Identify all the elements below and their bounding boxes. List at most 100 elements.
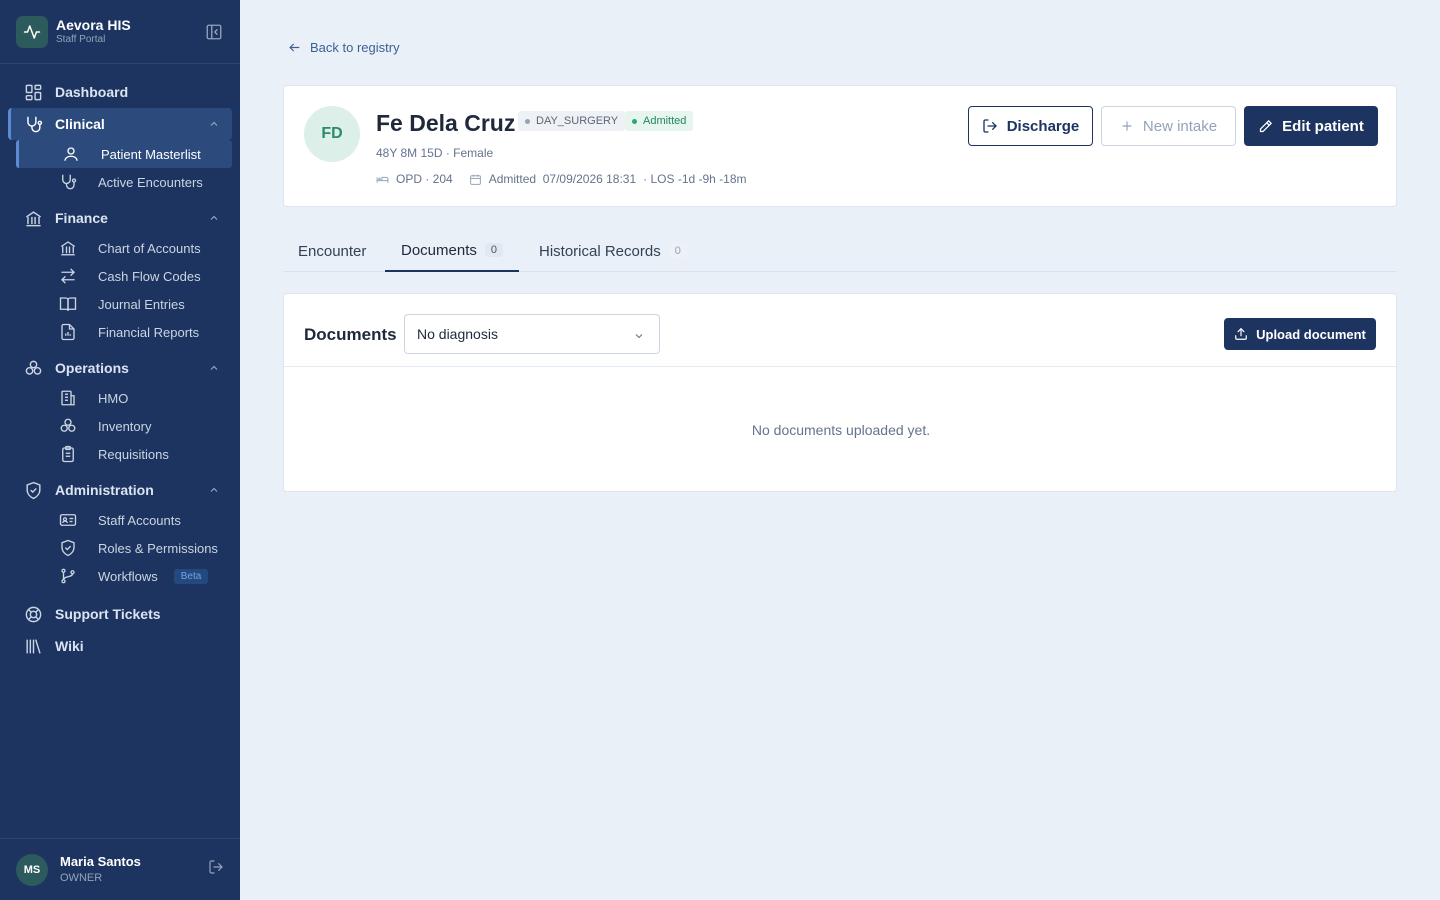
nav-patient-masterlist-label: Patient Masterlist <box>101 146 201 162</box>
chevron-up-icon <box>208 361 220 377</box>
diagnosis-filter-select[interactable]: No diagnosis <box>404 314 660 354</box>
clipboard-list-icon <box>58 444 78 464</box>
documents-panel: Documents No diagnosis Upload document N… <box>283 293 1397 492</box>
avatar: MS <box>16 853 48 886</box>
nav-dashboard[interactable]: Dashboard <box>8 76 232 108</box>
pulse-icon <box>16 15 48 48</box>
chevron-up-icon <box>208 483 220 499</box>
git-branch-icon <box>58 566 78 586</box>
nav-operations[interactable]: Operations <box>8 352 232 384</box>
bank-icon <box>58 238 78 258</box>
patient-header-card: FD Fe Dela Cruz DAY_SURGERY Admitted 48Y… <box>283 85 1397 207</box>
nav-wiki[interactable]: Wiki <box>8 630 232 662</box>
nav-financial-reports[interactable]: Financial Reports <box>16 318 232 346</box>
tab-encounter[interactable]: Encounter <box>298 230 366 272</box>
beta-badge: Beta <box>173 568 209 584</box>
stethoscope-icon <box>58 172 78 192</box>
user-role: OWNER <box>60 871 103 884</box>
discharge-label: Discharge <box>1006 117 1080 135</box>
edit-patient-label: Edit patient <box>1282 117 1364 135</box>
patient-demographics: 48Y 8M 15D · Female <box>376 146 494 160</box>
discharge-button[interactable]: Discharge <box>968 106 1093 146</box>
main-nav: Dashboard Clinical Patient Masterlist Ac… <box>8 76 232 662</box>
encounter-type-badge: DAY_SURGERY <box>518 111 626 131</box>
back-to-registry-link[interactable]: Back to registry <box>288 40 400 55</box>
nav-cash-flow-codes-label: Cash Flow Codes <box>98 268 201 284</box>
sidebar-collapse-icon[interactable] <box>204 22 224 42</box>
nav-hmo-label: HMO <box>98 390 129 406</box>
tab-documents[interactable]: Documents 0 <box>385 230 519 272</box>
nav-journal-entries-label: Journal Entries <box>98 296 185 312</box>
tab-historical-records-count: 0 <box>668 244 687 258</box>
app-name: Aevora HIS <box>56 17 131 33</box>
book-open-icon <box>58 294 78 314</box>
nav-support-tickets[interactable]: Support Tickets <box>8 598 232 630</box>
nav-staff-accounts[interactable]: Staff Accounts <box>16 506 232 534</box>
nav-administration[interactable]: Administration <box>8 474 232 506</box>
chevron-up-icon <box>208 117 220 133</box>
nav-clinical[interactable]: Clinical <box>8 108 232 140</box>
stethoscope-icon <box>22 113 44 135</box>
nav-dashboard-label: Dashboard <box>55 84 129 100</box>
shield-check-icon <box>22 479 44 501</box>
edit-patient-button[interactable]: Edit patient <box>1244 106 1378 146</box>
nav-chart-of-accounts-label: Chart of Accounts <box>98 240 201 256</box>
nav-finance-label: Finance <box>55 210 108 226</box>
id-card-icon <box>58 510 78 530</box>
nav-patient-masterlist[interactable]: Patient Masterlist <box>16 140 232 168</box>
nav-chart-of-accounts[interactable]: Chart of Accounts <box>16 234 232 262</box>
upload-document-button[interactable]: Upload document <box>1224 318 1376 350</box>
nav-inventory[interactable]: Inventory <box>16 412 232 440</box>
log-out-icon <box>983 119 997 133</box>
new-intake-button[interactable]: New intake <box>1101 106 1236 146</box>
chevron-down-icon <box>633 329 645 345</box>
patient-avatar: FD <box>304 106 360 162</box>
dot-icon <box>525 118 530 124</box>
admitted-datetime: Admitted 07/09/2026 18:31 <box>488 172 637 186</box>
nav-wiki-label: Wiki <box>55 638 84 654</box>
nav-active-encounters-label: Active Encounters <box>98 174 203 190</box>
nav-cash-flow-codes[interactable]: Cash Flow Codes <box>16 262 232 290</box>
building-icon <box>58 388 78 408</box>
brand: Aevora HIS Staff Portal <box>0 0 240 64</box>
chevron-up-icon <box>208 211 220 227</box>
file-chart-icon <box>58 322 78 342</box>
nav-hmo[interactable]: HMO <box>16 384 232 412</box>
boxes-icon <box>58 416 78 436</box>
boxes-icon <box>22 357 44 379</box>
nav-requisitions[interactable]: Requisitions <box>16 440 232 468</box>
status-label: Admitted <box>643 115 687 127</box>
nav-administration-label: Administration <box>55 482 154 498</box>
library-icon <box>22 635 44 657</box>
plus-icon <box>1122 121 1132 131</box>
empty-state-message: No documents uploaded yet. <box>751 422 931 438</box>
nav-financial-reports-label: Financial Reports <box>98 324 200 340</box>
arrow-left-icon <box>289 43 300 52</box>
patient-tabs: Encounter Documents 0 Historical Records… <box>283 230 1397 272</box>
nav-requisitions-label: Requisitions <box>98 446 169 462</box>
documents-title: Documents <box>304 325 397 344</box>
user-profile: MS Maria Santos OWNER <box>0 838 240 900</box>
nav-staff-accounts-label: Staff Accounts <box>98 512 181 528</box>
nav-workflows[interactable]: Workflows Beta <box>16 562 232 590</box>
nav-operations-label: Operations <box>55 360 129 376</box>
user-icon <box>61 144 81 164</box>
bank-icon <box>22 207 44 229</box>
logout-icon[interactable] <box>208 859 224 880</box>
lifebuoy-icon <box>22 603 44 625</box>
dot-icon <box>632 118 637 124</box>
nav-journal-entries[interactable]: Journal Entries <box>16 290 232 318</box>
new-intake-label: New intake <box>1142 117 1218 135</box>
user-name: Maria Santos <box>60 853 141 869</box>
tab-historical-records-label: Historical Records <box>539 242 661 260</box>
upload-document-label: Upload document <box>1256 326 1366 342</box>
tab-documents-count: 0 <box>484 243 503 257</box>
nav-active-encounters[interactable]: Active Encounters <box>16 168 232 196</box>
tab-historical-records[interactable]: Historical Records 0 <box>539 230 687 272</box>
upload-icon <box>1235 327 1247 340</box>
nav-roles-permissions[interactable]: Roles & Permissions <box>16 534 232 562</box>
nav-support-tickets-label: Support Tickets <box>55 606 161 622</box>
nav-finance[interactable]: Finance <box>8 202 232 234</box>
patient-location: OPD · 204 <box>396 172 453 186</box>
shield-check-icon <box>58 538 78 558</box>
